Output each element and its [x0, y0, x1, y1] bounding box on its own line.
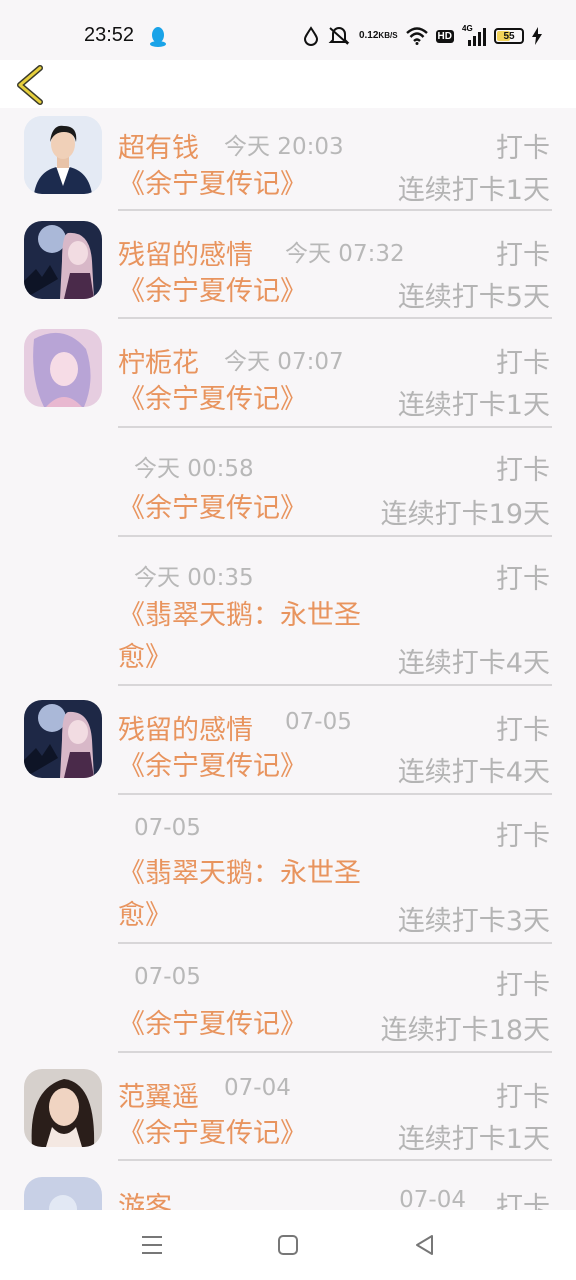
checkin-time: 07-04: [224, 1075, 291, 1101]
streak-count: 连续打卡18天: [380, 1015, 550, 1046]
user-name[interactable]: 残留的感情: [118, 708, 253, 747]
avatar[interactable]: [24, 221, 102, 299]
charging-icon: [532, 27, 542, 45]
checkin-action: 打卡: [496, 821, 550, 852]
checkin-action: 打卡: [496, 240, 550, 271]
signal-icon: 4G: [462, 24, 486, 46]
avatar[interactable]: [24, 329, 102, 407]
checkin-time: 今天 20:03: [224, 134, 344, 160]
streak-count: 连续打卡4天: [397, 648, 550, 679]
streak-count: 连续打卡1天: [397, 390, 550, 421]
status-time: 23:52: [84, 24, 135, 46]
book-title[interactable]: 《余宁夏传记》: [118, 746, 418, 788]
book-title[interactable]: 《余宁夏传记》: [118, 1113, 418, 1155]
battery-indicator: 55: [494, 28, 524, 44]
checkin-time: 今天 07:07: [224, 349, 344, 375]
list-item[interactable]: 柠栀花 今天 07:07 打卡 《余宁夏传记》 连续打卡1天: [0, 319, 576, 428]
avatar[interactable]: [24, 700, 102, 778]
book-title[interactable]: 《翡翠天鹅：永世圣愈》: [118, 595, 368, 679]
net-speed: 0.12 KB/S: [358, 30, 398, 41]
book-title[interactable]: 《余宁夏传记》: [118, 271, 418, 313]
user-name[interactable]: 超有钱: [118, 126, 199, 165]
checkin-action: 打卡: [496, 455, 550, 486]
menu-icon[interactable]: [139, 1232, 165, 1258]
user-name[interactable]: 柠栀花: [118, 341, 199, 380]
checkin-action: 打卡: [496, 715, 550, 746]
checkin-action: 打卡: [496, 564, 550, 595]
list-item[interactable]: 残留的感情 今天 07:32 打卡 《余宁夏传记》 连续打卡5天: [0, 211, 576, 319]
system-nav-bar: [0, 1210, 576, 1280]
qq-icon: [150, 27, 166, 47]
checkin-time: 07-04: [399, 1187, 466, 1210]
checkin-time: 07-05: [285, 709, 352, 735]
list-item[interactable]: 07-05 打卡 《翡翠天鹅：永世圣愈》 连续打卡3天: [0, 795, 576, 944]
list-item[interactable]: 残留的感情 07-05 打卡 《余宁夏传记》 连续打卡4天: [0, 686, 576, 795]
hd-badge: HD: [435, 29, 454, 43]
book-title[interactable]: 《余宁夏传记》: [118, 379, 418, 421]
avatar[interactable]: [24, 1177, 102, 1210]
book-title[interactable]: 《余宁夏传记》: [118, 164, 418, 206]
streak-count: 连续打卡4天: [397, 757, 550, 788]
streak-count: 连续打卡19天: [380, 499, 550, 530]
streak-count: 连续打卡3天: [397, 906, 550, 937]
streak-count: 连续打卡1天: [397, 1124, 550, 1155]
checkin-time: 07-05: [134, 815, 201, 841]
checkin-time: 今天 00:35: [134, 565, 254, 591]
checkin-time: 今天 07:32: [285, 241, 405, 267]
user-name[interactable]: 游客: [118, 1185, 172, 1210]
checkin-list[interactable]: 超有钱 今天 20:03 打卡 《余宁夏传记》 连续打卡1天 残留的感情 今天 …: [0, 108, 576, 1210]
streak-count: 连续打卡1天: [397, 175, 550, 206]
mute-bell-icon: [328, 27, 350, 45]
home-icon[interactable]: [275, 1232, 301, 1258]
back-triangle-icon[interactable]: [412, 1232, 438, 1258]
avatar[interactable]: [24, 1069, 102, 1147]
checkin-action: 打卡: [496, 970, 550, 1001]
list-item[interactable]: 今天 00:35 打卡 《翡翠天鹅：永世圣愈》 连续打卡4天: [0, 537, 576, 686]
checkin-time: 07-05: [134, 964, 201, 990]
status-bar: 23:52 0.12 KB/S HD 4G 55: [0, 0, 576, 60]
list-item[interactable]: 范翼遥 07-04 打卡 《余宁夏传记》 连续打卡1天: [0, 1053, 576, 1161]
checkin-time: 今天 00:58: [134, 456, 254, 482]
book-title[interactable]: 《余宁夏传记》: [118, 1004, 418, 1046]
list-item[interactable]: 游客 07-04 打卡: [0, 1161, 576, 1210]
list-item[interactable]: 07-05 打卡 《余宁夏传记》 连续打卡18天: [0, 944, 576, 1053]
checkin-action: 打卡: [496, 1082, 550, 1113]
wifi-icon: [405, 27, 428, 45]
avatar[interactable]: [24, 116, 102, 194]
book-title[interactable]: 《翡翠天鹅：永世圣愈》: [118, 853, 368, 937]
chevron-left-icon[interactable]: [14, 64, 48, 106]
checkin-action: 打卡: [496, 1192, 550, 1210]
list-item[interactable]: 今天 00:58 打卡 《余宁夏传记》 连续打卡19天: [0, 428, 576, 537]
water-drop-icon: [303, 26, 318, 46]
checkin-action: 打卡: [496, 348, 550, 379]
user-name[interactable]: 范翼遥: [118, 1075, 199, 1114]
list-item[interactable]: 超有钱 今天 20:03 打卡 《余宁夏传记》 连续打卡1天: [0, 108, 576, 211]
user-name[interactable]: 残留的感情: [118, 233, 253, 272]
header-bar: [0, 60, 576, 108]
book-title[interactable]: 《余宁夏传记》: [118, 488, 418, 530]
streak-count: 连续打卡5天: [397, 282, 550, 313]
checkin-action: 打卡: [496, 133, 550, 164]
